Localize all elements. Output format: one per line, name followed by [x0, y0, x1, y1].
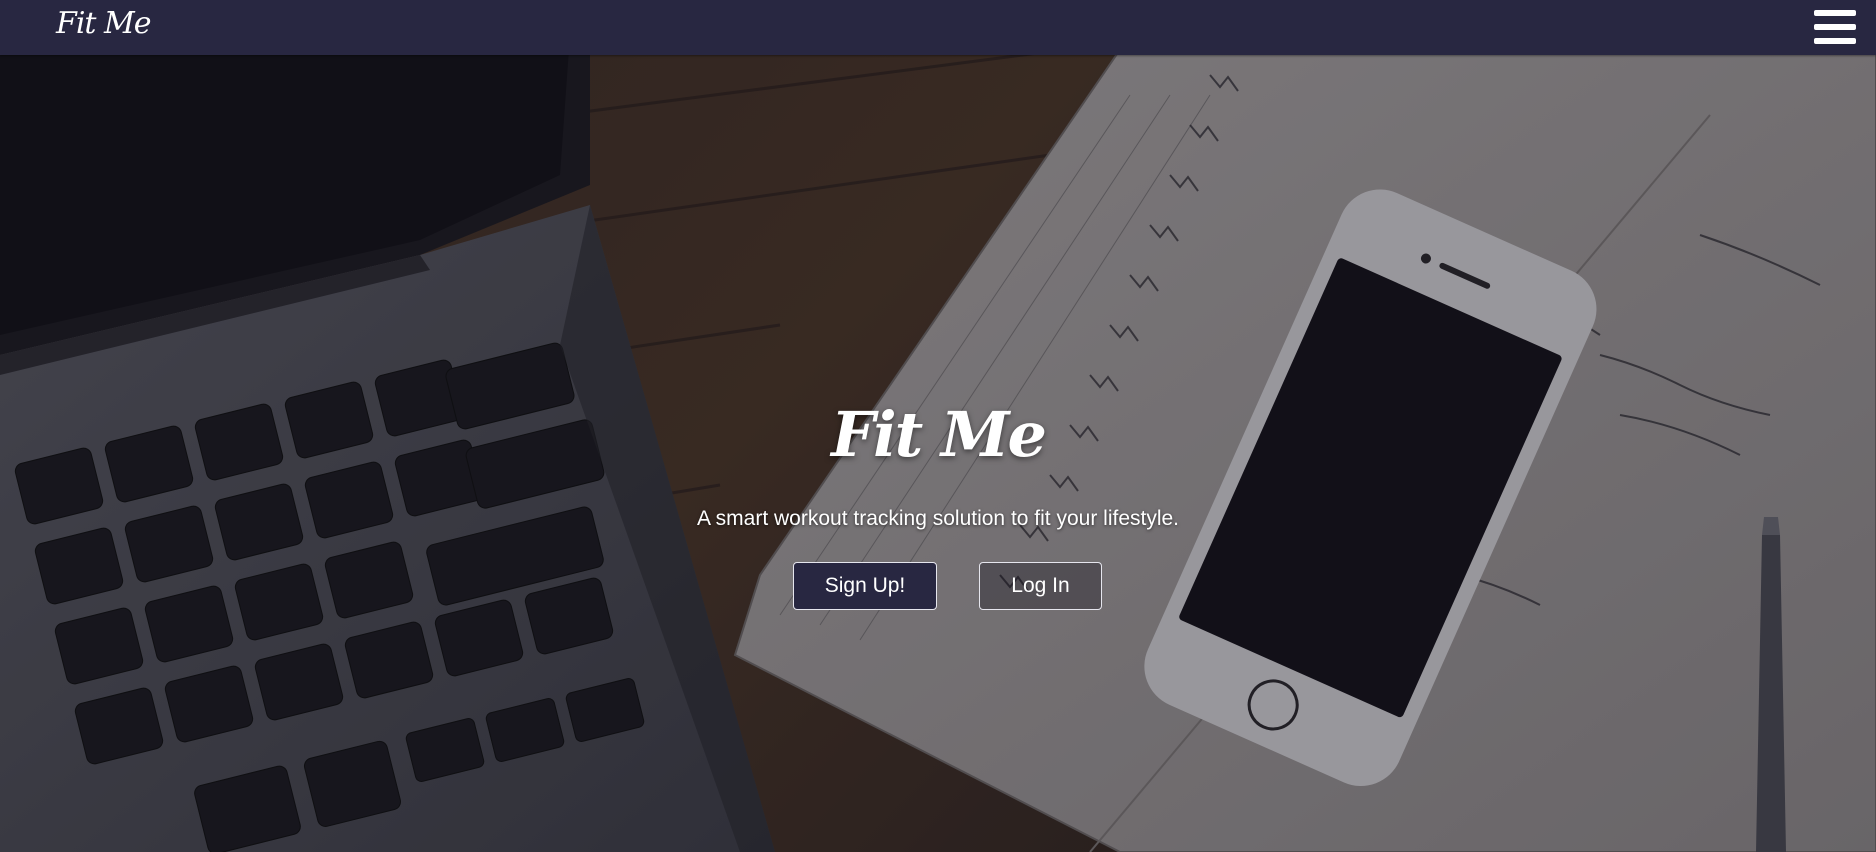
navbar-brand[interactable]: Fit Me — [56, 6, 151, 41]
top-navbar: Fit Me — [0, 0, 1876, 55]
hero-content: Fit Me A smart workout tracking solution… — [0, 55, 1876, 852]
hamburger-menu-icon[interactable] — [1814, 8, 1856, 46]
hero-section: Fit Me A smart workout tracking solution… — [0, 55, 1876, 852]
log-in-button[interactable]: Log In — [979, 562, 1102, 610]
sign-up-button[interactable]: Sign Up! — [793, 562, 937, 610]
hero-title: Fit Me — [831, 398, 1047, 471]
hero-tagline: A smart workout tracking solution to fit… — [696, 507, 1180, 530]
